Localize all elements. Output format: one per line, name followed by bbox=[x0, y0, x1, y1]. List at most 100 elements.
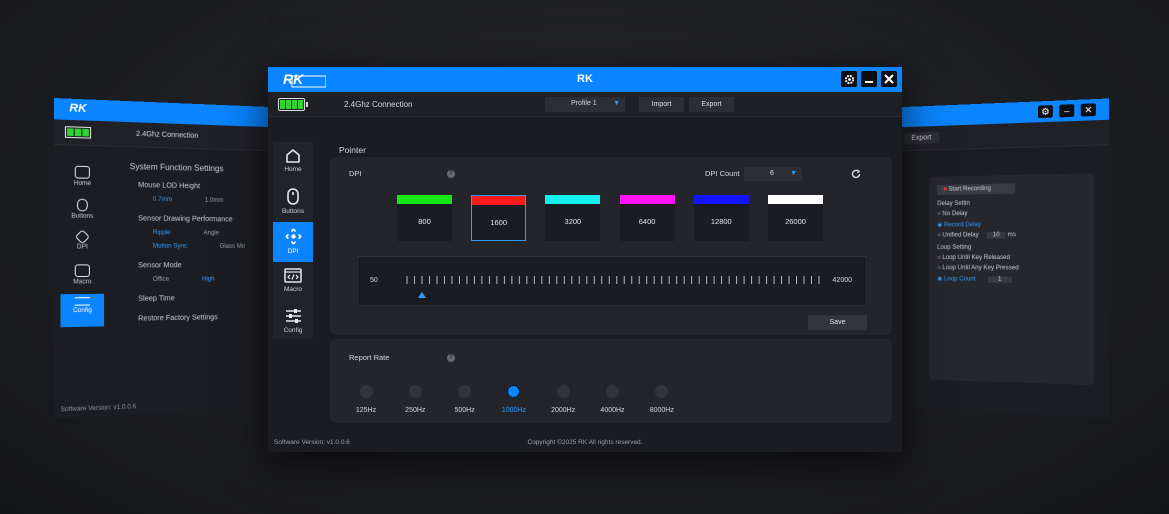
dpi-panel: DPI ? DPI Count 6 ▼ 800 1600 3200 6400 12800… bbox=[330, 157, 892, 335]
sliders-icon bbox=[285, 308, 302, 324]
mouse-icon bbox=[77, 199, 88, 212]
delay-option[interactable]: ○ No Delay bbox=[937, 209, 1085, 217]
nav-buttons[interactable]: Buttons bbox=[273, 182, 313, 222]
left-nav-macro[interactable]: Macro bbox=[61, 261, 104, 294]
minimize-icon bbox=[864, 74, 874, 84]
gear-icon bbox=[844, 74, 855, 85]
dpi-stage[interactable]: 3200 bbox=[545, 195, 600, 241]
settings-button[interactable] bbox=[841, 71, 857, 87]
close-button[interactable] bbox=[881, 71, 897, 87]
slider-max: 42000 bbox=[833, 277, 852, 284]
code-icon bbox=[75, 264, 90, 277]
dpi-count-label: DPI Count bbox=[705, 169, 740, 178]
report-rate-dot[interactable] bbox=[409, 385, 422, 398]
slider-thumb[interactable] bbox=[418, 292, 426, 298]
report-rate-label-4000Hz[interactable]: 4000Hz bbox=[593, 407, 633, 414]
stage-value: 1600 bbox=[472, 218, 525, 227]
left-nav-buttons[interactable]: Buttons bbox=[61, 195, 104, 228]
loop-option[interactable]: ○ Loop Until Any Key Pressed bbox=[937, 265, 1085, 272]
main-window: RK RK 2.4Ghz Connection Profile 1 ▼ Impo… bbox=[268, 67, 902, 452]
report-rate-label-1000Hz[interactable]: 1000Hz bbox=[494, 407, 534, 414]
background-window-left: RK 2.4Ghz Connection Home Buttons DPI Ma… bbox=[54, 98, 294, 418]
export-button[interactable]: Export bbox=[689, 97, 734, 112]
dpi-icon bbox=[75, 229, 90, 244]
perf-option[interactable]: Angle bbox=[203, 230, 219, 236]
minimize-button[interactable] bbox=[861, 71, 877, 87]
report-rate-label-2000Hz[interactable]: 2000Hz bbox=[543, 407, 583, 414]
left-nav-config[interactable]: Config bbox=[61, 294, 104, 327]
window-title: RK bbox=[268, 73, 902, 85]
stage-color-swatch[interactable] bbox=[397, 195, 452, 204]
dpi-stage[interactable]: 6400 bbox=[620, 195, 675, 241]
sidebar: Home Buttons DPI Macro Config bbox=[273, 142, 313, 339]
dpi-stage[interactable]: 1600 bbox=[471, 195, 526, 241]
left-nav-dpi[interactable]: DPI bbox=[61, 228, 104, 261]
save-button[interactable]: Save bbox=[808, 315, 867, 330]
connection-status: 2.4Ghz Connection bbox=[344, 100, 413, 109]
perf-option[interactable]: Motion Sync bbox=[153, 243, 187, 249]
delay-option[interactable]: ◉ Record Delay bbox=[937, 220, 1085, 229]
report-rate-label-250Hz[interactable]: 250Hz bbox=[395, 407, 435, 414]
left-logo: RK bbox=[69, 102, 86, 115]
stage-value: 6400 bbox=[620, 217, 675, 226]
report-rate-label-8000Hz[interactable]: 8000Hz bbox=[642, 407, 682, 414]
sliders-icon bbox=[75, 297, 90, 306]
stage-color-swatch[interactable] bbox=[472, 196, 525, 205]
report-rate-dot[interactable] bbox=[360, 385, 373, 398]
nav-dpi[interactable]: DPI bbox=[273, 222, 313, 262]
loop-heading: Loop Setting bbox=[937, 244, 1085, 251]
perf-option[interactable]: Ripple bbox=[153, 230, 171, 236]
stage-color-swatch[interactable] bbox=[694, 195, 749, 204]
start-recording-button[interactable]: ■ Start Recording bbox=[937, 183, 1015, 195]
lod-option[interactable]: 0.7mm bbox=[153, 197, 172, 204]
mode-option[interactable]: Office bbox=[153, 277, 169, 283]
dpi-stage[interactable]: 800 bbox=[397, 195, 452, 241]
dpi-count-select[interactable]: 6 ▼ bbox=[744, 167, 802, 181]
stage-value: 3200 bbox=[545, 217, 600, 226]
dpi-stage[interactable]: 12800 bbox=[694, 195, 749, 241]
report-rate-dot[interactable] bbox=[506, 384, 521, 399]
delay-input[interactable]: 10 bbox=[987, 232, 1006, 238]
report-rate-label-125Hz[interactable]: 125Hz bbox=[346, 407, 386, 414]
nav-macro[interactable]: Macro bbox=[273, 262, 313, 302]
macro-settings-panel: ■ Start Recording Delay Settin ○ No Dela… bbox=[929, 173, 1094, 385]
minimize-icon[interactable]: – bbox=[1059, 104, 1074, 117]
left-connection: 2.4Ghz Connection bbox=[136, 131, 198, 140]
dpi-slider[interactable]: 50 42000 bbox=[357, 256, 867, 306]
loop-option[interactable]: ○ Loop Until Key Released bbox=[937, 255, 1085, 261]
caret-down-icon: ▼ bbox=[613, 100, 620, 107]
left-nav-home[interactable]: Home bbox=[61, 162, 104, 196]
right-export-button[interactable]: Export bbox=[903, 132, 939, 144]
mouse-icon bbox=[285, 188, 301, 205]
home-icon bbox=[285, 148, 301, 163]
report-rate-dot[interactable] bbox=[606, 385, 619, 398]
left-nav: Home Buttons DPI Macro Config bbox=[61, 162, 104, 327]
settings-icon[interactable]: ⚙ bbox=[1038, 105, 1053, 118]
battery-icon bbox=[278, 98, 305, 111]
perf-option[interactable]: Glass Mo bbox=[220, 244, 245, 250]
report-rate-dot[interactable] bbox=[655, 385, 668, 398]
nav-home[interactable]: Home bbox=[273, 142, 313, 182]
report-rate-label: Report Rate bbox=[349, 353, 389, 362]
stage-color-swatch[interactable] bbox=[545, 195, 600, 204]
help-icon[interactable]: ? bbox=[447, 354, 455, 362]
lod-option[interactable]: 1.0mm bbox=[205, 198, 224, 204]
import-button[interactable]: Import bbox=[639, 97, 684, 112]
profile-select[interactable]: Profile 1 ▼ bbox=[545, 97, 625, 112]
dpi-stage[interactable]: 26000 bbox=[768, 195, 823, 241]
title-bar: RK RK bbox=[268, 67, 902, 92]
loop-option[interactable]: ◉ Loop Count 1 bbox=[937, 275, 1085, 283]
nav-config[interactable]: Config bbox=[273, 302, 313, 342]
report-rate-dot[interactable] bbox=[557, 385, 570, 398]
stage-color-swatch[interactable] bbox=[768, 195, 823, 204]
close-icon[interactable]: ✕ bbox=[1081, 103, 1096, 116]
background-window-right: ⚙ – ✕ Export ■ Start Recording Delay Set… bbox=[880, 98, 1109, 417]
refresh-icon[interactable] bbox=[851, 169, 861, 179]
report-rate-dot[interactable] bbox=[458, 385, 471, 398]
stage-color-swatch[interactable] bbox=[620, 195, 675, 204]
help-icon[interactable]: ? bbox=[447, 170, 455, 178]
delay-option[interactable]: ○ Unified Delay 10 ms bbox=[937, 232, 1085, 239]
mode-option[interactable]: High bbox=[202, 276, 215, 282]
loop-count-input[interactable]: 1 bbox=[988, 277, 1012, 283]
report-rate-label-500Hz[interactable]: 500Hz bbox=[445, 407, 485, 414]
